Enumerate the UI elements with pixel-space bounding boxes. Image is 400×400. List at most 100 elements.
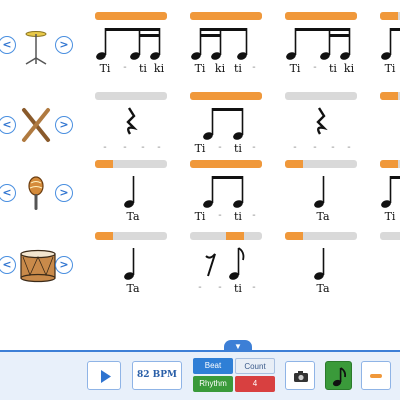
note-beam: [105, 28, 160, 31]
rhythm-notation: [380, 102, 400, 146]
rhythm-notation: [96, 28, 161, 60]
syllable-label: -: [198, 282, 202, 293]
syllable-label: Ta: [316, 282, 330, 295]
beat-progress-segment: [149, 12, 167, 20]
measure[interactable]: Ti - ti ki: [95, 0, 171, 80]
tempo-button[interactable]: 82 BPM: [132, 361, 182, 390]
note-mode-button[interactable]: [325, 361, 352, 390]
beat-progress-bar: [95, 92, 167, 100]
rhythm-notation: [203, 176, 244, 208]
note-beam: [212, 176, 243, 179]
rhythm-notation: [191, 28, 248, 60]
measure[interactable]: [380, 220, 400, 300]
rhythm-notation: [203, 108, 244, 140]
rhythm-toggle[interactable]: Rhythm: [193, 376, 233, 392]
rhythm-notation: [316, 107, 328, 135]
count-value[interactable]: 4: [235, 376, 275, 392]
beat-progress-segment: [339, 12, 357, 20]
beat-progress-segment: [226, 160, 244, 168]
note-beam: [139, 34, 160, 37]
next-instrument-button[interactable]: >: [55, 36, 73, 54]
prev-instrument-button[interactable]: <: [0, 116, 16, 134]
camera-button[interactable]: [285, 361, 315, 390]
syllable-label: ki: [343, 62, 355, 75]
rhythm-notation: [314, 176, 325, 208]
measure[interactable]: - - ti -: [190, 220, 266, 300]
next-instrument-button[interactable]: >: [55, 116, 73, 134]
beat-progress-segment: [380, 12, 398, 20]
measure[interactable]: Ta: [95, 220, 171, 300]
measure[interactable]: Ti - ti -: [190, 148, 266, 228]
measure[interactable]: Ti ki ti -: [190, 0, 266, 80]
toolbar: 82 BPM Beat Count Rhythm 4: [0, 350, 400, 400]
play-icon: [101, 370, 111, 383]
eighth-rest: [205, 253, 216, 277]
beat-progress-segment: [285, 160, 303, 168]
beat-progress-segment: [321, 12, 339, 20]
note-beam: [329, 34, 350, 37]
play-button[interactable]: [87, 361, 121, 390]
beat-progress-segment: [113, 12, 131, 20]
measure[interactable]: Ta: [95, 148, 171, 228]
prev-instrument-button[interactable]: <: [0, 184, 16, 202]
beat-progress-segment: [380, 160, 398, 168]
rhythm-notation: [124, 176, 135, 208]
rhythm-notation: [314, 248, 325, 280]
rhythm-notation: [380, 242, 400, 286]
note-beam: [200, 34, 221, 37]
beat-progress-segment: [190, 160, 208, 168]
beat-progress-segment: [208, 160, 226, 168]
beat-progress-bar: [190, 160, 262, 168]
beat-progress-segment: [244, 92, 262, 100]
note-beam: [295, 28, 350, 31]
beat-progress-bar: [380, 12, 400, 20]
rhythm-notation: [205, 247, 245, 280]
beat-progress-bar: [190, 92, 262, 100]
prev-instrument-button[interactable]: <: [0, 36, 16, 54]
beat-progress-bar: [380, 92, 400, 100]
measure[interactable]: Ta: [285, 148, 361, 228]
minus-icon: [370, 374, 382, 378]
measure[interactable]: Ti - ti ki: [285, 0, 361, 80]
instrument-row: < > Ti - ti ki Ti ki ti - Ti - ti ki Ti: [0, 0, 400, 80]
beat-progress-segment: [208, 12, 226, 20]
beat-progress-bar: [380, 232, 400, 240]
beat-progress-bar: [380, 160, 400, 168]
next-instrument-button[interactable]: >: [55, 184, 73, 202]
instrument-row: < > Ta Ti - ti - Ta Ti: [0, 148, 400, 228]
syllable-label: -: [252, 282, 256, 293]
beat-progress-segment: [285, 12, 303, 20]
beat-progress-segment: [380, 92, 398, 100]
next-instrument-button[interactable]: >: [55, 256, 73, 274]
beat-progress-segment: [131, 12, 149, 20]
rhythm-notation: [381, 176, 400, 208]
beat-progress-segment: [244, 12, 262, 20]
syllable-label: Ti: [289, 62, 301, 75]
syllable-label: Ti: [384, 62, 396, 75]
rhythm-notation: [124, 248, 135, 280]
beat-progress-bar: [95, 12, 167, 20]
syllable-label: -: [252, 62, 256, 73]
cymbal-icon: [18, 22, 54, 66]
remove-measure-button[interactable]: [361, 361, 391, 390]
beat-progress-segment: [190, 92, 208, 100]
note-beam: [390, 28, 400, 31]
syllable-label: Ti: [99, 62, 111, 75]
rhythm-app: < > Ti - ti ki Ti ki ti - Ti - ti ki Ti < > - - - - Ti - ti - -…: [0, 0, 400, 400]
maraca-icon: [18, 170, 54, 214]
measure[interactable]: Ta: [285, 220, 361, 300]
beat-progress-bar: [285, 92, 357, 100]
eighth-note-icon: [332, 367, 347, 387]
beat-progress-bar: [190, 232, 262, 240]
syllable-label: ki: [153, 62, 165, 75]
measure[interactable]: Ti: [380, 148, 400, 228]
prev-instrument-button[interactable]: <: [0, 256, 16, 274]
count-toggle[interactable]: Count: [235, 358, 275, 374]
note-beam: [212, 108, 243, 111]
beat-rhythm-controls: Beat Count Rhythm 4: [193, 358, 275, 392]
measure[interactable]: Ti: [380, 0, 400, 80]
beat-progress-segment: [208, 92, 226, 100]
beat-progress-bar: [285, 12, 357, 20]
beat-progress-segment: [226, 92, 244, 100]
beat-toggle[interactable]: Beat: [193, 358, 233, 374]
